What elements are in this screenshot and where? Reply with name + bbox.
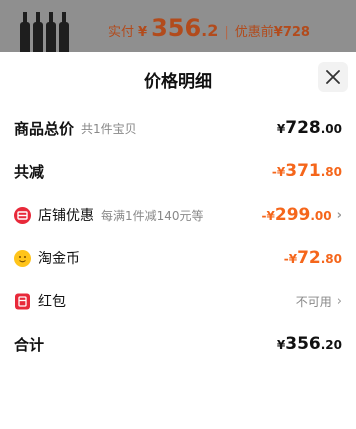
minus-currency: -¥: [261, 209, 275, 223]
total-goods-amount: ¥ 728 .00: [277, 118, 342, 138]
currency-symbol: ¥: [276, 338, 286, 352]
divider: |: [224, 25, 229, 40]
amount-dec: .00: [310, 209, 332, 223]
wine-bottle: [20, 12, 30, 52]
store-discount-amount: -¥ 299 .00 ›: [262, 205, 342, 225]
total-goods-label: 商品总价: [14, 119, 75, 138]
paid-amount-int: 356: [151, 14, 202, 42]
total-reduction-amount: -¥ 371 .80: [272, 161, 342, 181]
store-discount-label: 店铺优惠: [38, 208, 94, 224]
red-packet-icon: [14, 293, 31, 310]
pre-discount-label: 优惠前: [234, 25, 274, 40]
row-hongbao[interactable]: 红包 不可用 ›: [14, 289, 342, 313]
store-discount-rule: 每满1件减140元等: [101, 208, 204, 223]
price-detail-sheet: 价格明细 商品总价 共1件宝贝 ¥ 728 .00 共减 -¥ 371 .80: [0, 52, 356, 429]
amount-int: 299: [274, 205, 311, 225]
wine-bottle: [33, 12, 43, 52]
sheet-title: 价格明细: [144, 72, 212, 92]
wine-bottle: [46, 12, 56, 52]
hongbao-status-group: 不可用 ›: [296, 293, 342, 310]
minus-currency: -¥: [283, 252, 298, 266]
hongbao-status: 不可用: [295, 294, 332, 309]
amount-int: 356: [285, 334, 321, 354]
taojinbi-label: 淘金币: [38, 251, 80, 267]
close-button[interactable]: [318, 62, 348, 92]
minus-currency: -¥: [271, 165, 286, 179]
row-sum: 合计 ¥ 356 .20: [14, 332, 342, 356]
paid-currency: ¥: [138, 25, 148, 40]
paid-label: 实付: [108, 25, 135, 40]
chevron-right-icon: ›: [336, 207, 342, 223]
wine-bottle: [59, 12, 69, 52]
item-count: 共1件宝贝: [81, 121, 137, 136]
amount-dec: .80: [320, 165, 342, 179]
chevron-right-icon: ›: [336, 293, 342, 309]
gold-coin-icon: [14, 249, 31, 267]
paid-amount-dec: .2: [201, 21, 219, 40]
row-store-discount[interactable]: 店铺优惠 每满1件减140元等 -¥ 299 .00 ›: [14, 203, 342, 227]
product-header-dimmed: 实付 ¥ 356 .2 | 优惠前 ¥728: [0, 0, 356, 52]
row-total-goods: 商品总价 共1件宝贝 ¥ 728 .00: [14, 116, 342, 140]
amount-dec: .20: [320, 338, 342, 352]
amount-int: 728: [285, 118, 321, 138]
currency-symbol: ¥: [276, 122, 286, 136]
pre-discount-value: ¥728: [273, 25, 310, 40]
amount-int: 371: [285, 161, 321, 181]
store-coupon-icon: [14, 206, 31, 224]
product-thumbnail: [20, 12, 80, 52]
amount-dec: .80: [320, 252, 342, 266]
top-price-summary: 实付 ¥ 356 .2 | 优惠前 ¥728: [108, 14, 310, 42]
close-icon: [326, 70, 340, 84]
hongbao-label: 红包: [38, 294, 66, 310]
taojinbi-amount: -¥ 72 .80: [284, 248, 342, 268]
total-reduction-label: 共减: [14, 162, 45, 181]
amount-int: 72: [297, 248, 321, 268]
sum-label: 合计: [14, 335, 45, 354]
sum-amount: ¥ 356 .20: [277, 334, 342, 354]
row-taojinbi: 淘金币 -¥ 72 .80: [14, 246, 342, 270]
row-total-reduction: 共减 -¥ 371 .80: [14, 159, 342, 183]
amount-dec: .00: [320, 122, 342, 136]
